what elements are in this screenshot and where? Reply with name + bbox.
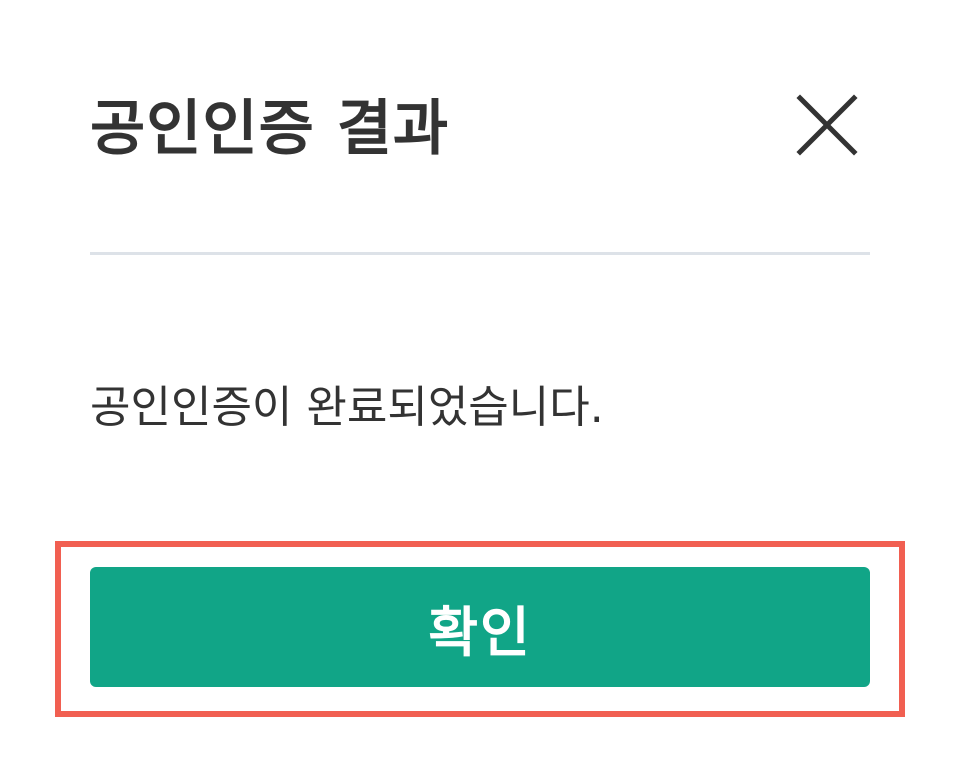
dialog-header: 공인인증 결과 bbox=[90, 84, 870, 174]
auth-result-dialog: 공인인증 결과 공인인증이 완료되었습니다. 확인 bbox=[0, 0, 960, 777]
confirm-button[interactable]: 확인 bbox=[90, 567, 870, 687]
close-button[interactable] bbox=[796, 94, 858, 156]
confirm-button-label: 확인 bbox=[428, 600, 532, 664]
dialog-title: 공인인증 결과 bbox=[90, 94, 450, 164]
header-divider bbox=[90, 252, 870, 255]
close-icon bbox=[796, 94, 858, 156]
result-message: 공인인증이 완료되었습니다. bbox=[90, 382, 604, 433]
